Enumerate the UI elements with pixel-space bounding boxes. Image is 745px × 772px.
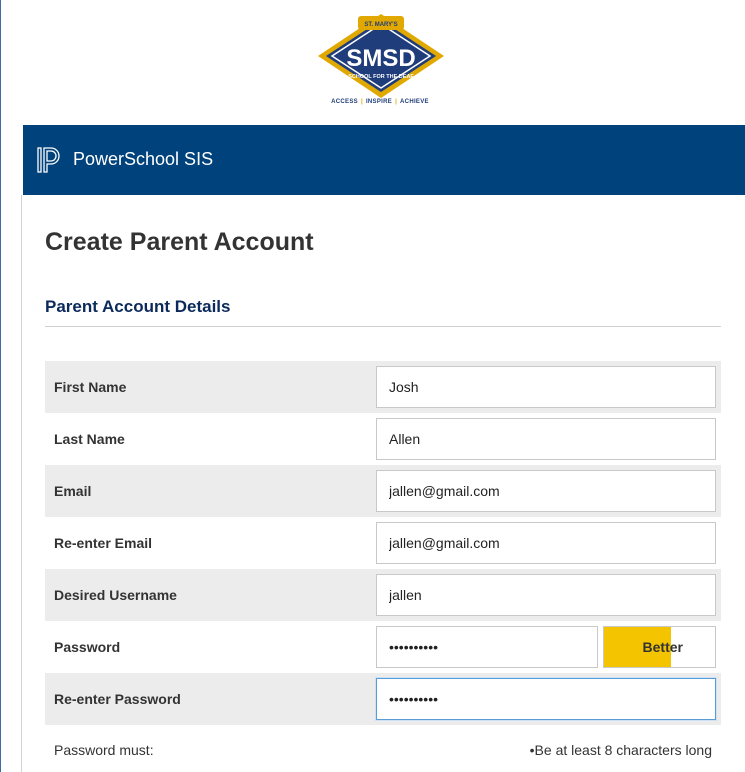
password-strength-label: Better bbox=[642, 639, 683, 655]
page-title: Create Parent Account bbox=[45, 228, 314, 256]
reenter-email-label: Re-enter Email bbox=[54, 535, 153, 551]
section-title: Parent Account Details bbox=[45, 297, 231, 316]
last-name-input[interactable] bbox=[376, 418, 716, 460]
first-name-row: First Name bbox=[45, 361, 721, 413]
content-left-border bbox=[21, 195, 22, 772]
powerschool-header: PowerSchool SIS bbox=[23, 125, 745, 195]
password-rule-min-length: •Be at least 8 characters long bbox=[529, 742, 712, 758]
powerschool-logo-icon bbox=[37, 147, 63, 178]
reenter-email-input[interactable] bbox=[376, 522, 716, 564]
password-strength-meter: Better bbox=[603, 626, 716, 668]
logo-tagline: ACCESS | INSPIRE | ACHIEVE bbox=[331, 99, 429, 105]
reenter-email-row: Re-enter Email bbox=[45, 517, 721, 569]
svg-text:SCHOOL FOR THE DEAF: SCHOOL FOR THE DEAF bbox=[348, 74, 414, 80]
tagline-access: ACCESS bbox=[331, 99, 358, 105]
email-label: Email bbox=[54, 483, 92, 499]
password-rules-label: Password must: bbox=[54, 742, 154, 758]
first-name-label: First Name bbox=[54, 379, 127, 395]
email-row: Email bbox=[45, 465, 721, 517]
password-input[interactable] bbox=[376, 626, 598, 668]
reenter-password-input[interactable] bbox=[376, 678, 716, 720]
username-input[interactable] bbox=[376, 574, 716, 616]
app-title: PowerSchool SIS bbox=[73, 149, 214, 169]
password-row: Password Better bbox=[45, 621, 721, 673]
first-name-input[interactable] bbox=[376, 366, 716, 408]
password-label: Password bbox=[54, 639, 121, 655]
reenter-password-label: Re-enter Password bbox=[54, 691, 181, 707]
last-name-row: Last Name bbox=[45, 413, 721, 465]
username-row: Desired Username bbox=[45, 569, 721, 621]
reenter-password-row: Re-enter Password bbox=[45, 673, 721, 725]
section-divider bbox=[45, 326, 721, 327]
svg-text:SMSD: SMSD bbox=[346, 45, 415, 72]
school-logo-area: ST. MARY'S SMSD SCHOOL FOR THE DEAF ACCE… bbox=[0, 0, 745, 125]
username-label: Desired Username bbox=[54, 587, 177, 603]
email-input[interactable] bbox=[376, 470, 716, 512]
last-name-label: Last Name bbox=[54, 431, 125, 447]
tagline-inspire: INSPIRE bbox=[365, 99, 393, 105]
smsd-logo: ST. MARY'S SMSD SCHOOL FOR THE DEAF bbox=[316, 12, 446, 105]
svg-text:ST. MARY'S: ST. MARY'S bbox=[364, 22, 397, 28]
tagline-achieve: ACHIEVE bbox=[400, 99, 429, 105]
